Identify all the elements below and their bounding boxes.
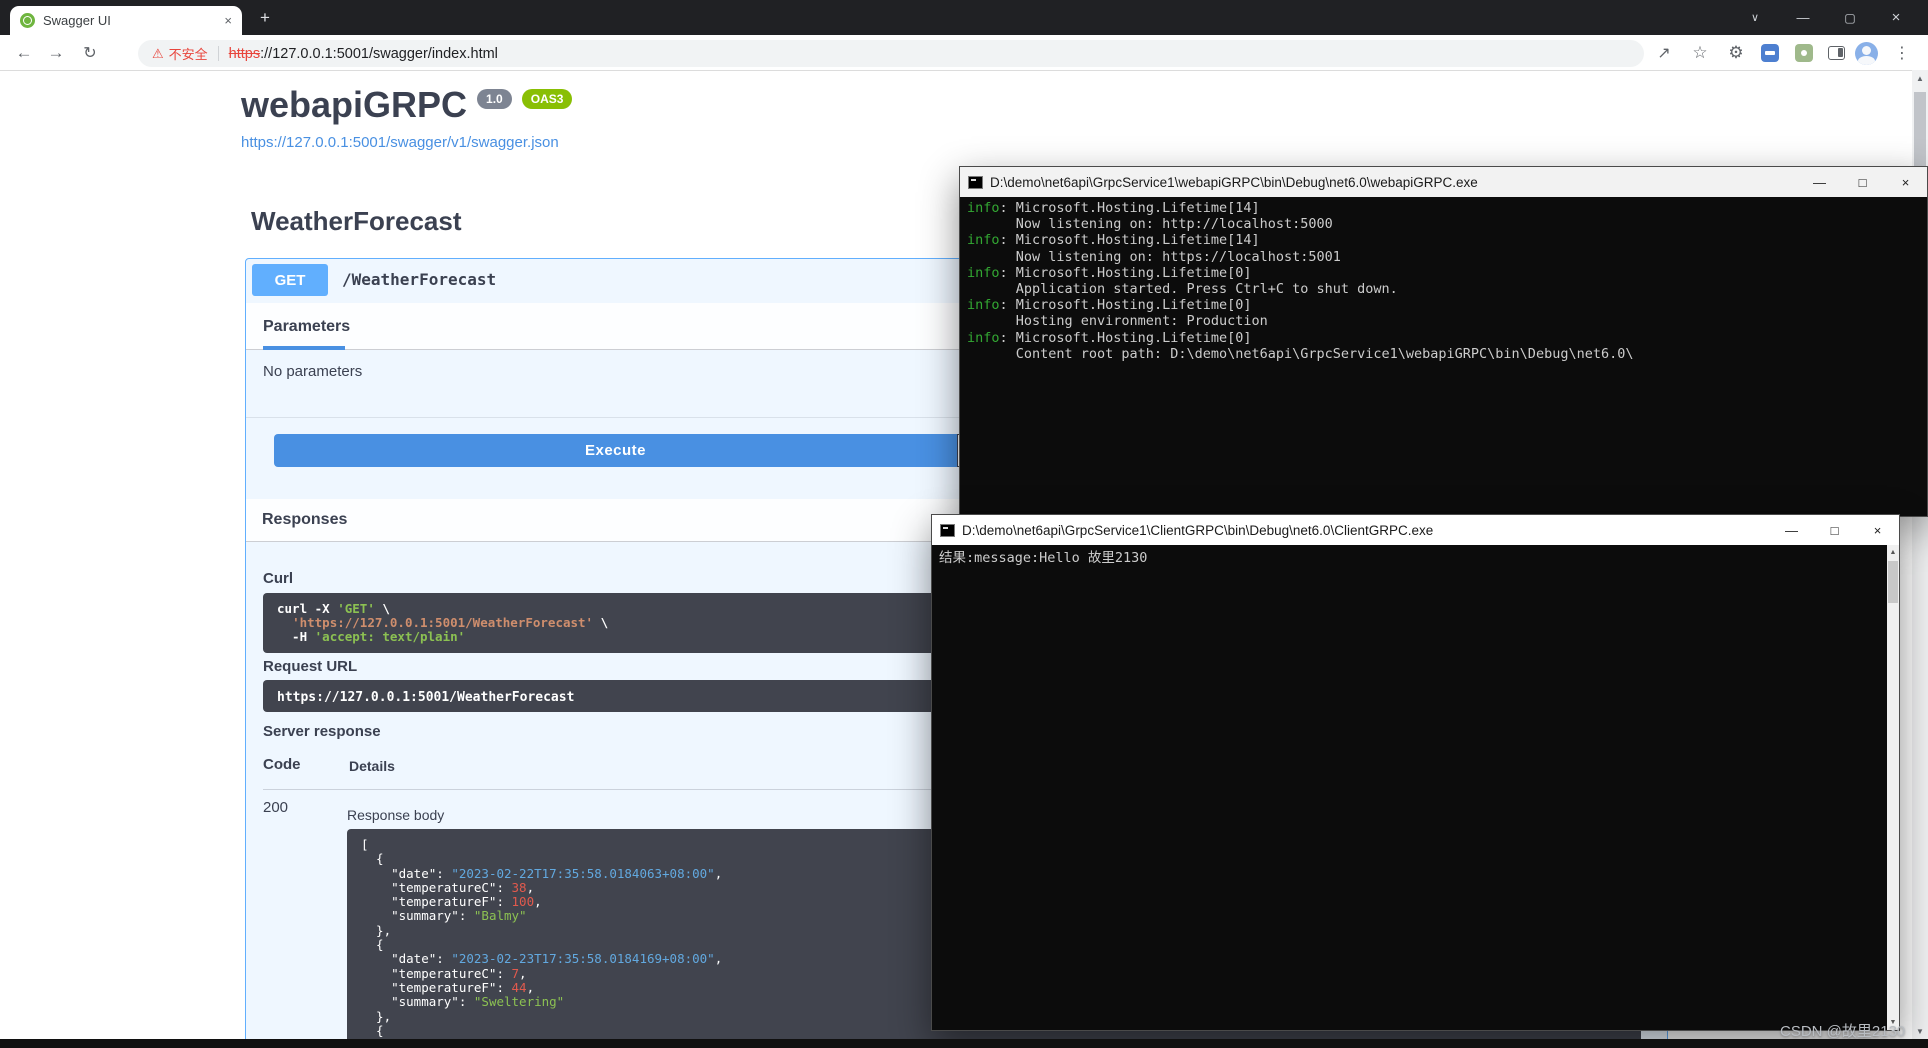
share-icon[interactable]: ↗ [1650, 39, 1678, 67]
window-close-button[interactable]: × [1874, 0, 1918, 35]
address-bar[interactable]: ⚠ 不安全 https://127.0.0.1:5001/swagger/ind… [138, 40, 1644, 67]
console2-titlebar[interactable]: D:\demo\net6api\GrpcService1\ClientGRPC\… [932, 515, 1899, 545]
console2-scroll-up-icon[interactable]: ▲ [1887, 545, 1899, 560]
console-icon [940, 524, 955, 537]
side-panel-icon[interactable] [1822, 39, 1850, 67]
new-tab-button[interactable]: + [254, 7, 276, 29]
console2-window-buttons: — □ × [1770, 515, 1899, 545]
parameters-title: Parameters [263, 318, 350, 336]
tab-title: Swagger UI [43, 13, 216, 28]
responses-title: Responses [262, 511, 347, 529]
warning-icon: ⚠ [152, 46, 164, 62]
details-column-header: Details [349, 758, 395, 774]
profile-avatar[interactable] [1852, 39, 1880, 67]
api-version-badge: 1.0 [477, 89, 512, 109]
console1-title: D:\demo\net6api\GrpcService1\webapiGRPC\… [990, 175, 1791, 190]
extension-gear-icon[interactable]: ⚙ [1722, 39, 1750, 67]
request-url-value: https://127.0.0.1:5001/WeatherForecast [277, 690, 574, 705]
tab-search-chevron-icon[interactable]: ∨ [1733, 0, 1777, 35]
controller-group-title: WeatherForecast [251, 206, 462, 237]
response-body-label: Response body [347, 807, 444, 823]
browser-menu-icon[interactable]: ⋮ [1892, 39, 1912, 67]
console2-close-button[interactable]: × [1856, 515, 1899, 545]
api-title: webapiGRPC [241, 84, 467, 126]
console2-scrollbar[interactable]: ▲ ▼ [1887, 545, 1899, 1030]
browser-tabstrip: Swagger UI × + ∨ — ▢ × [0, 0, 1928, 35]
tab-close-icon[interactable]: × [224, 13, 232, 28]
side-panel-shape [1828, 46, 1845, 60]
scrollbar-up-icon[interactable]: ▲ [1912, 71, 1928, 86]
get-method-button[interactable]: GET [252, 264, 328, 296]
console1-minimize-button[interactable]: — [1798, 167, 1841, 197]
console2-minimize-button[interactable]: — [1770, 515, 1813, 545]
csdn-watermark: CSDN @故里2130 [1780, 1020, 1905, 1041]
url-text: https://127.0.0.1:5001/swagger/index.htm… [229, 46, 498, 62]
status-code: 200 [263, 799, 288, 816]
execute-button[interactable]: Execute [274, 434, 957, 467]
window-minimize-button[interactable]: — [1781, 0, 1825, 35]
extension-green-shape [1795, 44, 1813, 62]
no-parameters-text: No parameters [263, 363, 362, 380]
console1-window-buttons: — □ × [1798, 167, 1927, 197]
scrollbar-down-icon[interactable]: ▼ [1912, 1024, 1928, 1039]
back-icon[interactable]: ← [10, 39, 38, 67]
extension-icon-green[interactable] [1790, 39, 1818, 67]
code-column-header: Code [263, 756, 301, 773]
browser-toolbar: ← → ↻ ⚠ 不安全 https://127.0.0.1:5001/swagg… [0, 35, 1928, 71]
url-scheme: https [229, 46, 260, 62]
forward-icon[interactable]: → [42, 39, 70, 67]
console2-output: 结果:message:Hello 故里2130 [932, 545, 1899, 1030]
console1-maximize-button[interactable]: □ [1841, 167, 1884, 197]
console1-titlebar[interactable]: D:\demo\net6api\GrpcService1\webapiGRPC\… [960, 167, 1927, 197]
url-rest: ://127.0.0.1:5001/swagger/index.html [260, 46, 498, 62]
operation-path: /WeatherForecast [342, 270, 496, 289]
swagger-favicon [20, 13, 35, 28]
console-icon [968, 176, 983, 189]
extension-icon-blue[interactable] [1756, 39, 1784, 67]
console-window-clientgrpc: D:\demo\net6api\GrpcService1\ClientGRPC\… [931, 514, 1900, 1031]
reload-icon[interactable]: ↻ [76, 39, 104, 67]
avatar-shape [1855, 42, 1878, 65]
window-maximize-button[interactable]: ▢ [1828, 0, 1872, 35]
console1-output: info: Microsoft.Hosting.Lifetime[14] Now… [960, 197, 1927, 516]
api-title-row: webapiGRPC 1.0 OAS3 [241, 84, 572, 126]
omnibox-divider [218, 46, 219, 61]
console2-title: D:\demo\net6api\GrpcService1\ClientGRPC\… [962, 523, 1763, 538]
curl-label: Curl [263, 570, 293, 587]
security-warning-label: 不安全 [169, 44, 208, 63]
taskbar-edge-strip [0, 1039, 1928, 1048]
console2-scroll-thumb[interactable] [1888, 561, 1898, 603]
parameters-active-underline [263, 346, 345, 350]
swagger-spec-link[interactable]: https://127.0.0.1:5001/swagger/v1/swagge… [241, 134, 559, 151]
browser-tab-swagger[interactable]: Swagger UI × [10, 6, 242, 35]
request-url-label: Request URL [263, 658, 357, 675]
security-warning[interactable]: ⚠ 不安全 [152, 44, 208, 63]
console-window-webapigrpc: D:\demo\net6api\GrpcService1\webapiGRPC\… [959, 166, 1928, 517]
server-response-label: Server response [263, 723, 381, 740]
console1-close-button[interactable]: × [1884, 167, 1927, 197]
extension-blue-shape [1761, 44, 1779, 62]
console2-maximize-button[interactable]: □ [1813, 515, 1856, 545]
bookmark-star-icon[interactable]: ☆ [1686, 39, 1714, 67]
oas3-badge: OAS3 [522, 89, 573, 109]
